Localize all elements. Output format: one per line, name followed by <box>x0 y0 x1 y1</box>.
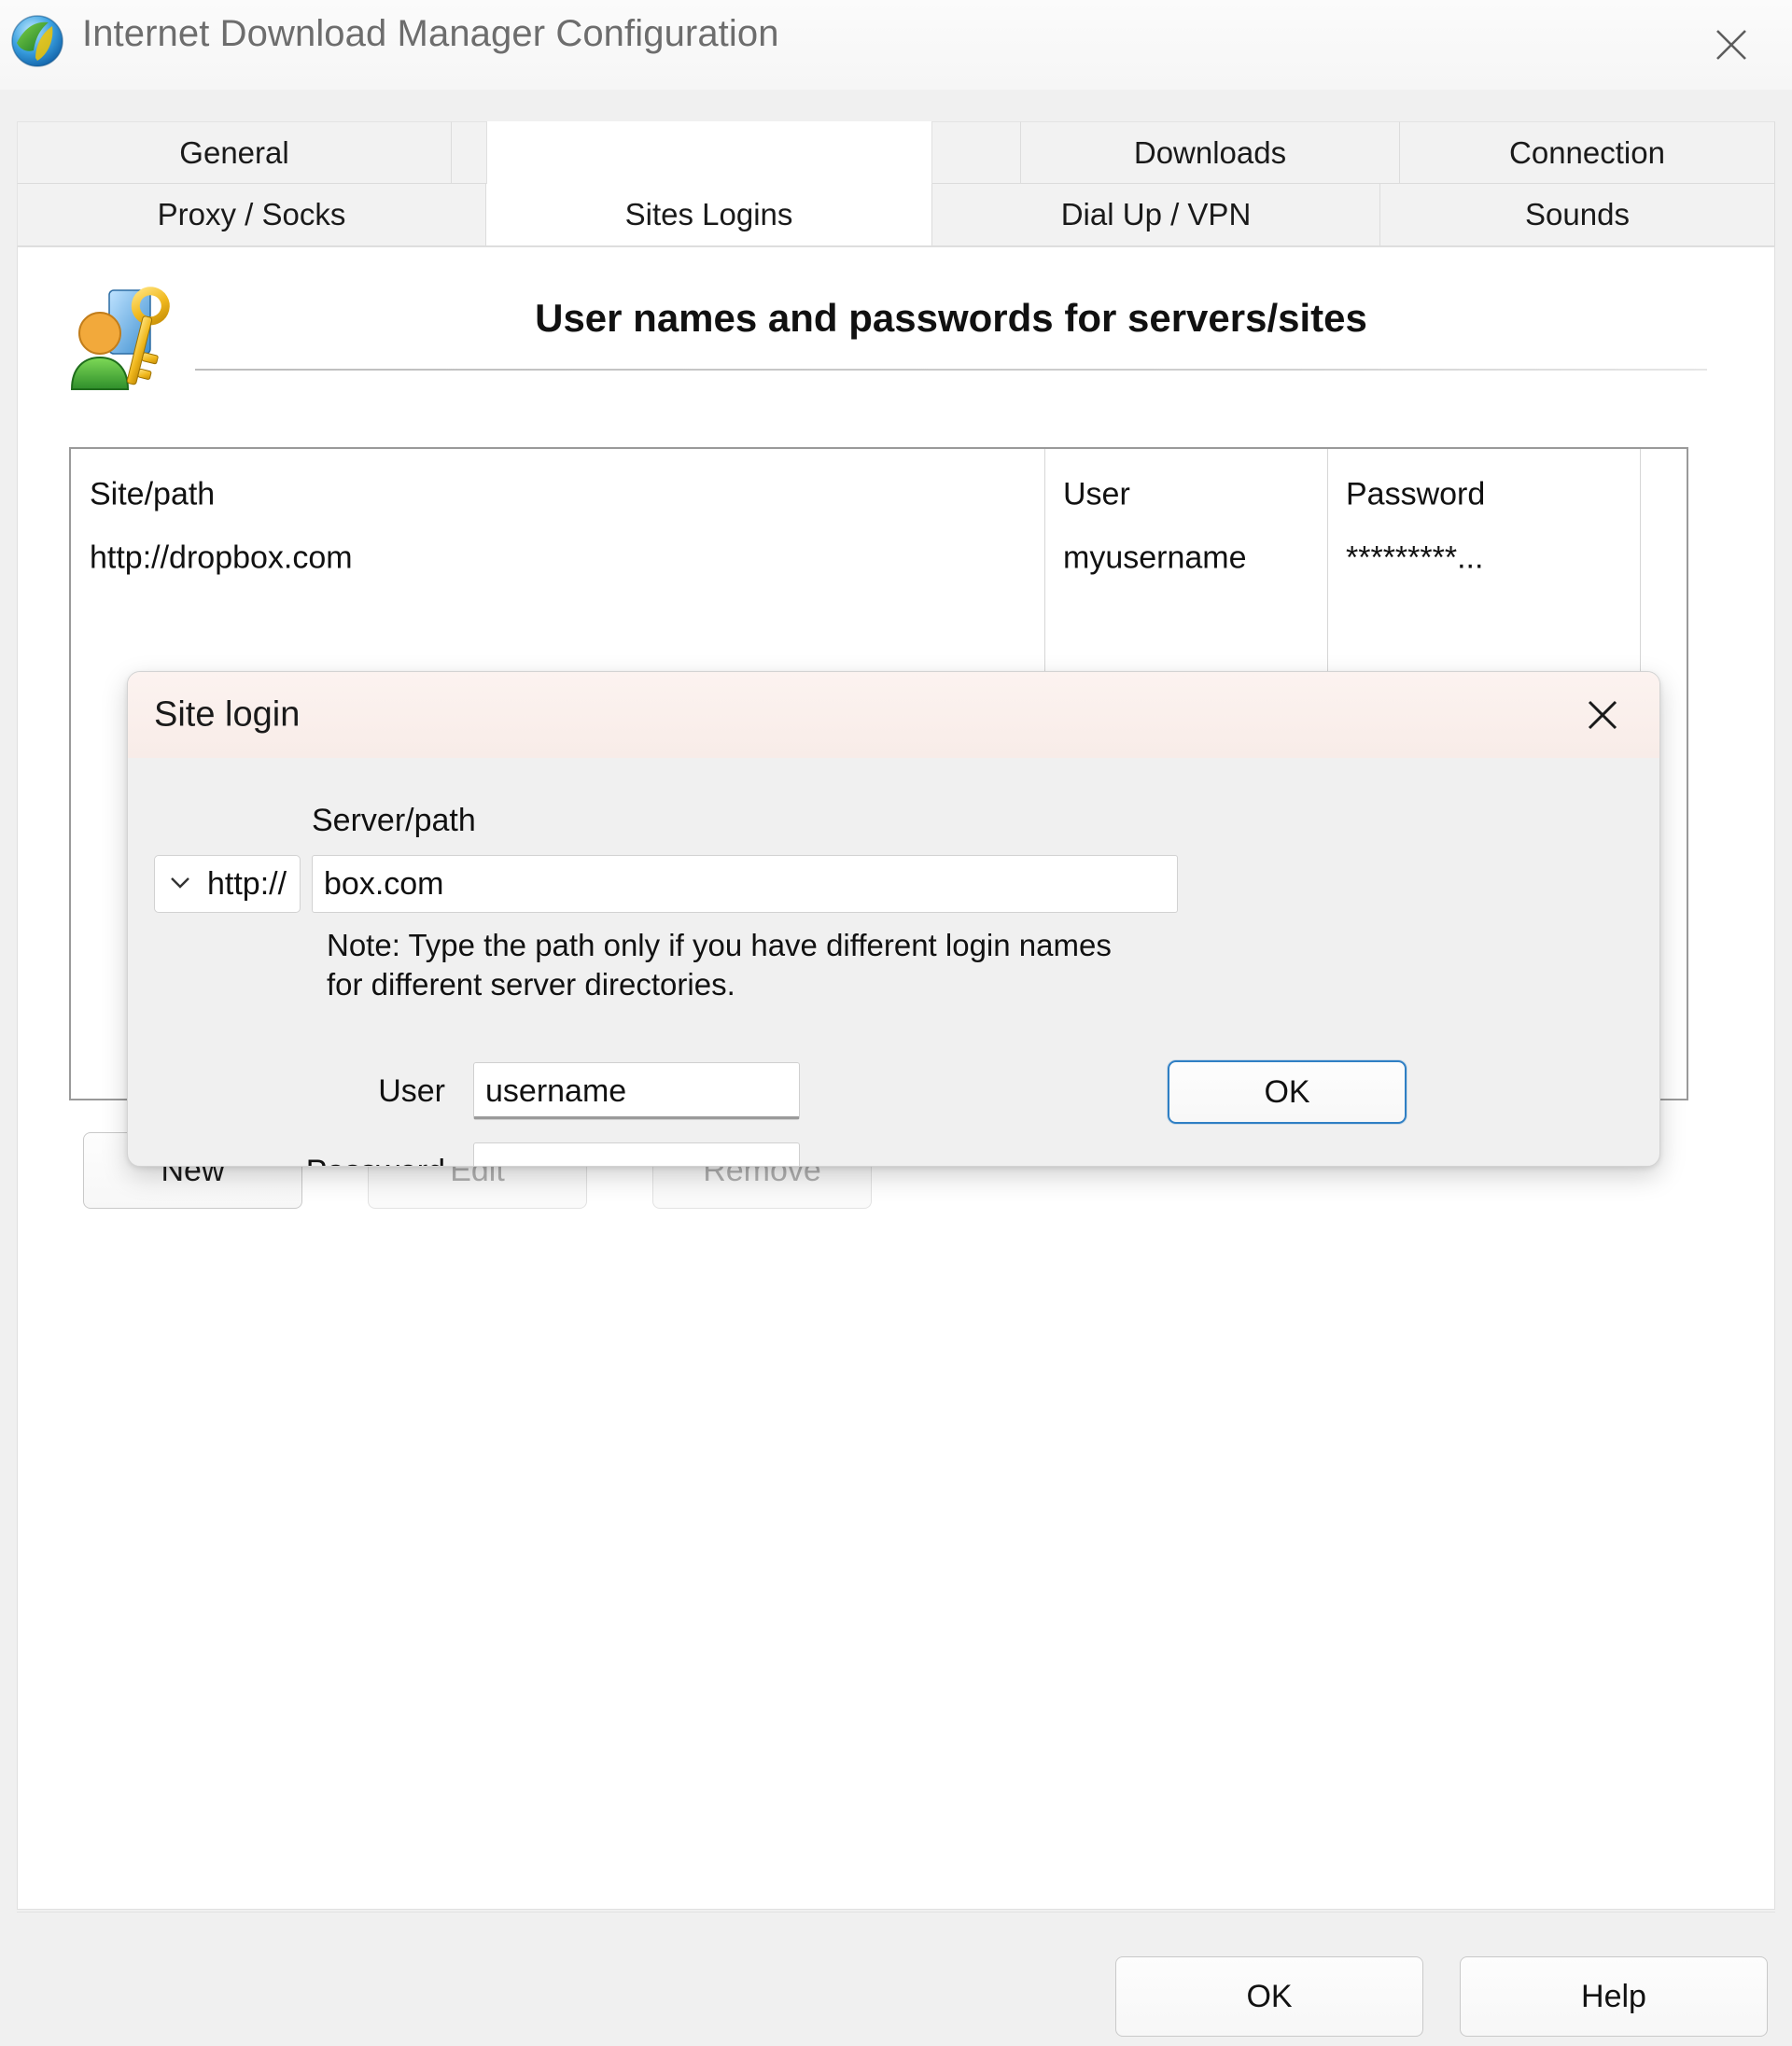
close-icon[interactable] <box>1689 0 1773 90</box>
idm-globe-icon <box>7 11 67 71</box>
ok-button-label: OK <box>1246 1978 1293 2014</box>
server-path-label: Server/path <box>312 803 476 838</box>
cell-password: *********... <box>1346 540 1484 576</box>
window-title: Internet Download Manager Configuration <box>82 13 779 54</box>
chevron-down-icon <box>166 873 194 896</box>
cell-site: http://dropbox.com <box>90 540 353 576</box>
password-input[interactable] <box>474 1143 799 1166</box>
tab-strip: General File types Save to Downloads Con… <box>17 121 1775 246</box>
user-input[interactable] <box>474 1063 799 1119</box>
list-header-row: Site/path User Password <box>71 462 1687 527</box>
user-field[interactable] <box>473 1062 800 1120</box>
ok-button[interactable]: OK <box>1115 1956 1423 2037</box>
table-row[interactable]: http://dropbox.com myusername *********.… <box>71 526 1687 591</box>
tab-general[interactable]: General <box>17 121 452 184</box>
tab-dial-up-vpn[interactable]: Dial Up / VPN <box>932 184 1380 246</box>
user-field-underline <box>474 1116 799 1119</box>
protocol-value: http:// <box>207 865 287 902</box>
help-button[interactable]: Help <box>1460 1956 1768 2037</box>
dialog-ok-button[interactable]: OK <box>1168 1060 1407 1124</box>
protocol-dropdown[interactable]: http:// <box>154 855 301 913</box>
title-divider <box>195 369 1707 371</box>
path-note-text: Note: Type the path only if you have dif… <box>327 928 1112 1002</box>
column-header-password[interactable]: Password <box>1346 477 1485 513</box>
dialog-close-icon[interactable] <box>1561 672 1645 758</box>
tab-downloads[interactable]: Downloads <box>1021 121 1400 184</box>
column-header-site[interactable]: Site/path <box>90 477 215 513</box>
site-login-dialog: Site login http:// Server/path box.com N… <box>127 671 1660 1167</box>
dialog-title: Site login <box>154 694 301 735</box>
tab-proxy-socks[interactable]: Proxy / Socks <box>17 184 486 246</box>
dialog-titlebar: Site login <box>128 672 1659 758</box>
password-label: Password <box>268 1154 445 1166</box>
server-path-input[interactable] <box>312 855 1178 913</box>
tab-label: Sites Logins <box>624 197 793 231</box>
password-field[interactable] <box>473 1142 800 1166</box>
tab-label: Connection <box>1509 134 1665 170</box>
tab-row-2: Proxy / Socks Sites Logins Dial Up / VPN… <box>17 184 1775 246</box>
tab-label: Proxy / Socks <box>157 197 346 231</box>
sites-logins-page: User names and passwords for servers/sit… <box>17 246 1775 1910</box>
user-label: User <box>378 1073 445 1109</box>
tab-label: Sounds <box>1525 197 1630 231</box>
cell-user: myusername <box>1063 540 1247 576</box>
help-button-label: Help <box>1581 1978 1646 2014</box>
tab-label: Dial Up / VPN <box>1060 197 1252 231</box>
page-title: User names and passwords for servers/sit… <box>535 296 1367 340</box>
tab-label: General <box>179 134 289 170</box>
tab-sites-logins[interactable]: Sites Logins <box>486 184 932 246</box>
tab-label: Downloads <box>1133 134 1287 170</box>
tab-sounds[interactable]: Sounds <box>1380 184 1775 246</box>
tab-connection[interactable]: Connection <box>1400 121 1775 184</box>
dialog-ok-label: OK <box>1264 1073 1310 1110</box>
selected-tab-chimney <box>486 121 932 185</box>
column-header-user[interactable]: User <box>1063 477 1130 513</box>
window-titlebar: Internet Download Manager Configuration <box>0 0 1792 90</box>
user-key-icon <box>64 279 176 391</box>
footer-divider <box>17 1912 1775 1913</box>
configuration-window: Internet Download Manager Configuration … <box>0 0 1792 2046</box>
